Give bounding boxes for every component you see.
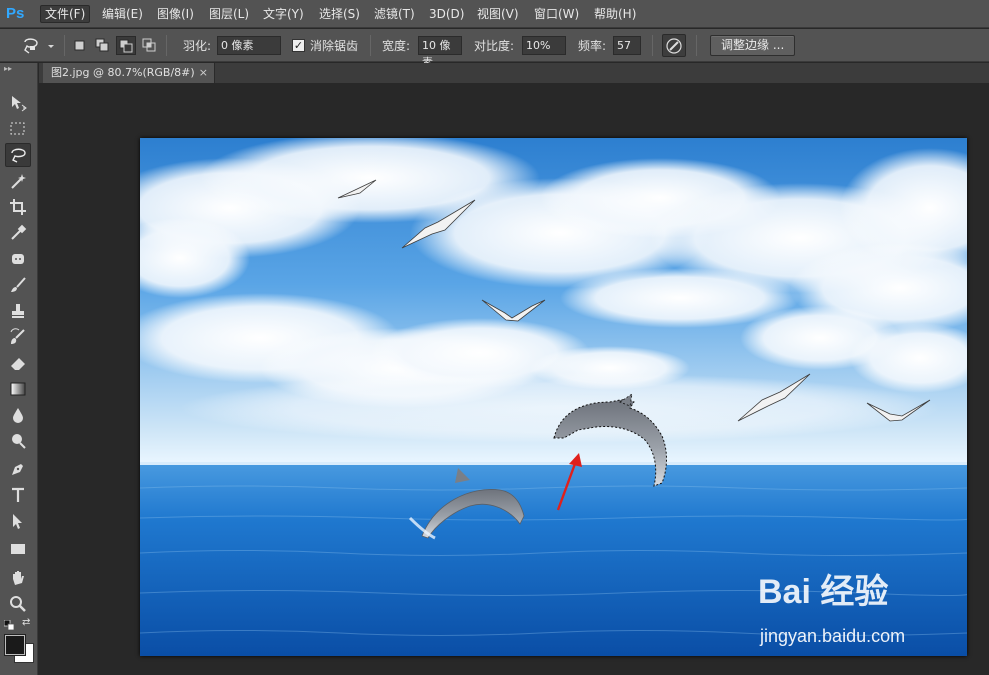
close-tab-icon[interactable]: × <box>199 63 208 83</box>
menu-image[interactable]: 图像(I) <box>153 5 198 23</box>
feather-input[interactable]: 0 像素 <box>217 36 281 55</box>
refine-edge-button[interactable]: 调整边缘 ... <box>710 35 796 56</box>
default-colors-icon[interactable] <box>3 619 16 631</box>
move-tool-icon[interactable] <box>5 91 31 115</box>
zoom-tool-icon[interactable] <box>5 592 31 616</box>
document-tab-title: 图2.jpg @ 80.7%(RGB/8#) <box>51 66 195 79</box>
feather-label: 羽化: <box>183 39 212 53</box>
swap-colors-icon[interactable]: ⇄ <box>22 618 34 628</box>
tools-panel: ▸▸ ⇄ <box>0 63 38 675</box>
options-bar: 羽化: 0 像素 ✓ 消除锯齿 宽度: 10 像素 对比度: 10% 频率: 5… <box>0 29 989 69</box>
intersect-selection-mode-icon[interactable] <box>142 38 157 53</box>
hand-tool-icon[interactable] <box>5 566 31 590</box>
menu-window[interactable]: 窗口(W) <box>530 5 583 23</box>
width-label: 宽度: <box>382 39 411 53</box>
path-selection-tool-icon[interactable] <box>5 509 31 533</box>
brush-tool-icon[interactable] <box>5 273 31 297</box>
rectangle-tool-icon[interactable] <box>5 537 31 561</box>
menu-type[interactable]: 文字(Y) <box>259 5 308 23</box>
antialias-label: 消除锯齿 <box>310 39 359 53</box>
dodge-tool-icon[interactable] <box>5 429 31 453</box>
watermark-brand: Bai 经验 <box>758 573 889 611</box>
menu-layer[interactable]: 图层(L) <box>205 5 253 23</box>
watermark-url: jingyan.baidu.com <box>760 626 906 646</box>
crop-tool-icon[interactable] <box>5 195 31 219</box>
subtract-selection-mode-icon[interactable] <box>116 36 136 55</box>
panel-collapse-icon[interactable]: ▸▸ <box>4 65 34 73</box>
eraser-tool-icon[interactable] <box>5 351 31 375</box>
add-selection-mode-icon[interactable] <box>95 38 110 53</box>
blur-tool-icon[interactable] <box>5 403 31 427</box>
baidu-watermark: Bai 经验 jingyan.baidu.com <box>758 564 978 654</box>
document-tab-bar: 图2.jpg @ 80.7%(RGB/8#) × <box>39 63 989 83</box>
eyedropper-tool-icon[interactable] <box>5 221 31 245</box>
menu-help[interactable]: 帮助(H) <box>590 5 640 23</box>
pen-tool-icon[interactable] <box>5 457 31 481</box>
new-selection-mode-icon[interactable] <box>72 38 87 53</box>
photoshop-logo: Ps <box>6 5 25 22</box>
clone-stamp-tool-icon[interactable] <box>5 299 31 323</box>
contrast-input[interactable]: 10% <box>522 36 566 55</box>
menu-edit[interactable]: 编辑(E) <box>98 5 147 23</box>
magnetic-lasso-icon <box>24 37 54 54</box>
antialias-checkbox[interactable]: ✓ <box>292 39 305 52</box>
gradient-tool-icon[interactable] <box>5 377 31 401</box>
width-input[interactable]: 10 像素 <box>418 36 462 69</box>
magic-wand-tool-icon[interactable] <box>5 169 31 193</box>
menu-select[interactable]: 选择(S) <box>315 5 364 23</box>
lasso-tool-icon[interactable] <box>5 143 31 167</box>
marquee-tool-icon[interactable] <box>5 117 31 141</box>
document-tab[interactable]: 图2.jpg @ 80.7%(RGB/8#) × <box>43 63 215 83</box>
frequency-label: 频率: <box>578 39 607 53</box>
menu-view[interactable]: 视图(V) <box>473 5 523 23</box>
history-brush-tool-icon[interactable] <box>5 325 31 349</box>
pen-pressure-icon[interactable] <box>662 34 686 57</box>
type-tool-icon[interactable] <box>5 483 31 507</box>
contrast-label: 对比度: <box>474 39 515 53</box>
menu-3d[interactable]: 3D(D) <box>425 5 468 23</box>
menu-filter[interactable]: 滤镜(T) <box>370 5 419 23</box>
tool-preset-picker[interactable] <box>20 29 60 62</box>
foreground-color-swatch[interactable] <box>5 635 25 655</box>
healing-brush-tool-icon[interactable] <box>5 247 31 271</box>
frequency-input[interactable]: 57 <box>613 36 641 55</box>
menu-bar: Ps 文件(F) 编辑(E) 图像(I) 图层(L) 文字(Y) 选择(S) 滤… <box>0 0 989 28</box>
menu-file[interactable]: 文件(F) <box>40 5 91 23</box>
